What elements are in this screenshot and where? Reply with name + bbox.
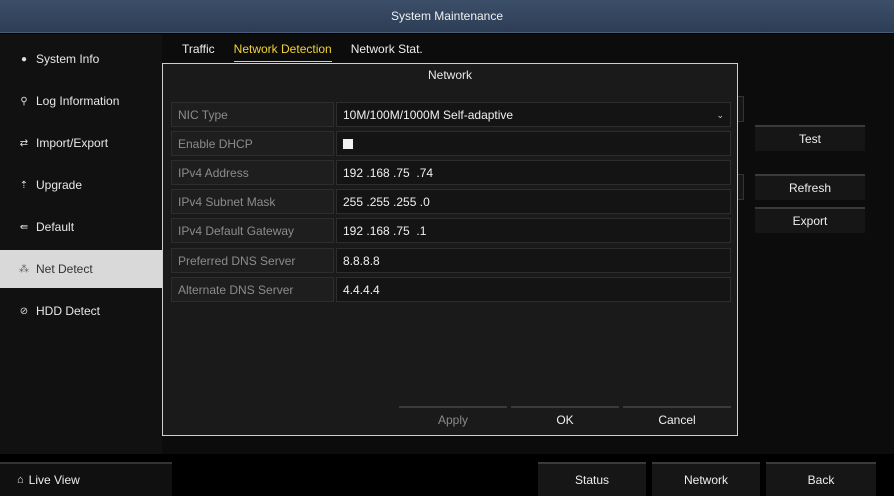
ipv4-address-value: 192 .168 .75 .74 [343, 165, 434, 180]
sidebar-item-default[interactable]: ⇚ Default [0, 208, 162, 246]
network-dialog: Network NIC Type 10M/100M/1000M Self-ada… [162, 63, 738, 436]
field-label: NIC Type [171, 102, 334, 127]
hdd-detect-icon: ⊘ [19, 305, 29, 317]
info-dot-icon: ● [20, 53, 28, 65]
home-icon: ⌂ [17, 474, 24, 486]
ipv4-default-gateway-row: IPv4 Default Gateway 192 .168 .75 .1 [171, 218, 731, 243]
alternate-dns-field[interactable]: 4.4.4.4 [336, 277, 731, 302]
sidebar-item-label: HDD Detect [36, 304, 101, 318]
ipv4-default-gateway-value: 192 .168 .75 .1 [343, 223, 427, 238]
status-button[interactable]: Status [538, 462, 646, 496]
sidebar-item-net-detect[interactable]: ⁂ Net Detect [0, 250, 162, 288]
export-button[interactable]: Export [755, 207, 865, 233]
nic-type-select[interactable]: 10M/100M/1000M Self-adaptive ⌄ [336, 102, 731, 127]
field-label: IPv4 Address [171, 160, 334, 185]
tab-network-detection[interactable]: Network Detection [233, 42, 332, 62]
import-export-icon: ⇄ [19, 137, 29, 149]
ipv4-address-row: IPv4 Address 192 .168 .75 .74 [171, 160, 731, 185]
window-title: System Maintenance [390, 9, 504, 23]
enable-dhcp-row: Enable DHCP [171, 131, 731, 156]
ipv4-subnet-mask-field[interactable]: 255 .255 .255 .0 [336, 189, 731, 214]
refresh-button[interactable]: Refresh [755, 174, 865, 200]
sidebar-item-label: Default [36, 220, 75, 234]
upgrade-icon: ⇡ [19, 179, 29, 191]
field-label: Alternate DNS Server [171, 277, 334, 302]
tab-traffic[interactable]: Traffic [182, 42, 215, 62]
sidebar-item-label: Import/Export [36, 136, 109, 150]
sidebar-item-system-info[interactable]: ● System Info [0, 40, 162, 78]
ipv4-subnet-mask-row: IPv4 Subnet Mask 255 .255 .255 .0 [171, 189, 731, 214]
ok-button[interactable]: OK [511, 406, 619, 431]
sidebar-item-import-export[interactable]: ⇄ Import/Export [0, 124, 162, 162]
dialog-title: Network [427, 68, 472, 82]
alternate-dns-value: 4.4.4.4 [343, 282, 380, 297]
sidebar-item-upgrade[interactable]: ⇡ Upgrade [0, 166, 162, 204]
preferred-dns-row: Preferred DNS Server 8.8.8.8 [171, 248, 731, 273]
ipv4-default-gateway-field[interactable]: 192 .168 .75 .1 [336, 218, 731, 243]
field-label: Preferred DNS Server [171, 248, 334, 273]
default-icon: ⇚ [19, 221, 29, 233]
window-title-bar: System Maintenance [0, 0, 894, 33]
field-label: IPv4 Default Gateway [171, 218, 334, 243]
sidebar-item-hdd-detect[interactable]: ⊘ HDD Detect [0, 292, 162, 330]
cancel-button[interactable]: Cancel [623, 406, 731, 431]
tab-bar: Traffic Network Detection Network Stat. [182, 42, 442, 62]
live-view-label: Live View [28, 473, 80, 487]
sidebar-item-label: Log Information [36, 94, 120, 108]
field-label: IPv4 Subnet Mask [171, 189, 334, 214]
field-label: Enable DHCP [171, 131, 334, 156]
preferred-dns-value: 8.8.8.8 [343, 253, 380, 268]
sidebar: ● System Info ⚲ Log Information ⇄ Import… [0, 34, 162, 454]
sidebar-item-label: Net Detect [36, 262, 93, 276]
alternate-dns-row: Alternate DNS Server 4.4.4.4 [171, 277, 731, 302]
chevron-down-icon: ⌄ [716, 110, 724, 120]
net-detect-icon: ⁂ [19, 263, 29, 275]
live-view-button[interactable]: ⌂ Live View [0, 462, 172, 496]
ipv4-subnet-mask-value: 255 .255 .255 .0 [343, 194, 430, 209]
ipv4-address-field[interactable]: 192 .168 .75 .74 [336, 160, 731, 185]
apply-button[interactable]: Apply [399, 406, 507, 431]
sidebar-item-log-information[interactable]: ⚲ Log Information [0, 82, 162, 120]
preferred-dns-field[interactable]: 8.8.8.8 [336, 248, 731, 273]
enable-dhcp-checkbox[interactable] [343, 138, 353, 149]
network-button[interactable]: Network [652, 462, 760, 496]
tab-network-stat[interactable]: Network Stat. [351, 42, 423, 62]
log-icon: ⚲ [20, 95, 28, 107]
test-button[interactable]: Test [755, 125, 865, 151]
enable-dhcp-field [336, 131, 731, 156]
back-button[interactable]: Back [766, 462, 876, 496]
nic-type-value: 10M/100M/1000M Self-adaptive [343, 107, 514, 122]
sidebar-item-label: System Info [36, 52, 100, 66]
nic-type-row: NIC Type 10M/100M/1000M Self-adaptive ⌄ [171, 102, 731, 127]
sidebar-item-label: Upgrade [36, 178, 83, 192]
